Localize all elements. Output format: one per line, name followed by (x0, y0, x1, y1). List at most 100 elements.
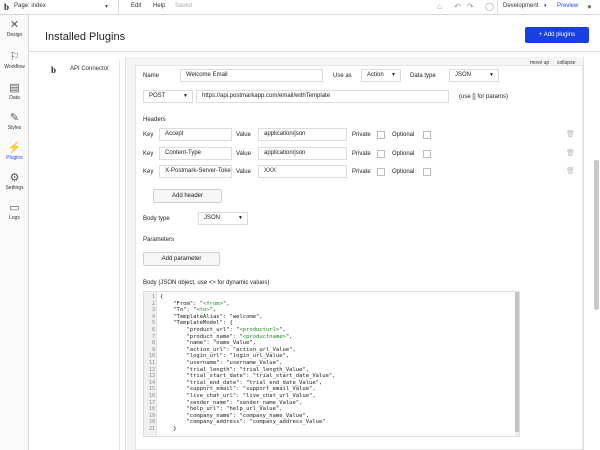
sidebar-item-plugins[interactable]: ⚡ Plugins (0, 142, 29, 162)
sidebar-item-settings[interactable]: ⚙ Settings (0, 172, 29, 192)
line-number: 12 (148, 366, 155, 373)
call-name-input[interactable]: Welcome Email (180, 69, 323, 82)
sidebar-item-label: Data (9, 95, 20, 101)
body-type-value: JSON (204, 215, 221, 221)
header-value-input[interactable]: application/json (258, 128, 347, 141)
line-number: 11 (148, 360, 155, 366)
method-select[interactable]: POST ▼ (143, 90, 193, 103)
divider (118, 0, 119, 15)
parameters-label: Parameters (143, 237, 175, 243)
page-selector[interactable]: Page: index (14, 3, 46, 9)
optional-checkbox[interactable] (423, 131, 431, 139)
redo-icon[interactable]: ↷ (467, 2, 474, 11)
code-line: } (160, 426, 177, 432)
chevron-down-icon[interactable]: ▾ (544, 3, 547, 9)
add-parameter-button[interactable]: Add parameter (143, 252, 220, 266)
chevron-down-icon: ▼ (238, 215, 243, 221)
code-line: "sender_name": "sender_name_Value", (160, 399, 303, 406)
value-label: Value (236, 132, 251, 138)
code-line: "login_url": "login_url_Value", (160, 353, 290, 360)
design-icon: ✕ (9, 19, 20, 31)
line-number: 4 (151, 313, 155, 320)
chevron-down-icon[interactable]: ▾ (105, 3, 108, 10)
line-number: 15 (148, 386, 155, 393)
header-value-input[interactable]: XXX (258, 165, 347, 178)
body-code-editor[interactable]: 1 {2 "From": "<from>", 3 "To": "<to>", 4 "T… (143, 291, 520, 437)
menu-help[interactable]: Help (153, 3, 165, 9)
help-circle-icon[interactable]: ◯ (485, 2, 494, 11)
header-value-input[interactable]: application/json (258, 147, 347, 160)
preview-link[interactable]: Preview (557, 3, 578, 9)
code-line: "help_url": "help_url_Value", (160, 406, 283, 413)
header-key-input[interactable]: X-Postmark-Server-Token (159, 165, 232, 178)
private-label: Private (352, 151, 371, 157)
environment-selector[interactable]: Development (503, 3, 538, 9)
code-line: "company_address": "company_address_Valu… (160, 419, 326, 426)
sidebar-item-label: Logs (9, 215, 20, 221)
add-header-button[interactable]: Add header (153, 189, 222, 203)
name-label: Name (143, 73, 160, 79)
divider (497, 0, 498, 15)
gift-icon[interactable]: ⌂ (437, 2, 442, 11)
sidebar-item-workflow[interactable]: ⚐ Workflow (0, 51, 29, 71)
sidebar-item-logs[interactable]: ▭ Logs (0, 202, 29, 222)
url-input[interactable]: https://api.postmarkapp.com/email/withTe… (196, 90, 449, 103)
headers-label: Headers (143, 117, 166, 123)
line-number: 1 (151, 294, 155, 300)
code-line: { (160, 294, 164, 300)
optional-checkbox[interactable] (423, 150, 431, 158)
line-number: 5 (151, 320, 155, 327)
code-scrollbar-thumb[interactable] (515, 292, 519, 432)
page-scrollbar[interactable] (594, 60, 599, 450)
app-logo: b (4, 2, 10, 12)
data-type-select[interactable]: JSON ▼ (449, 69, 499, 82)
sidebar-item-label: Design (6, 32, 23, 38)
add-plugins-button[interactable]: + Add plugins (525, 27, 589, 43)
trash-icon[interactable]: 🗑 (566, 130, 575, 138)
line-number: 21 (148, 426, 155, 432)
private-checkbox[interactable] (377, 168, 385, 176)
code-line: "company_name": "company_name_Value", (160, 412, 310, 419)
code-line: "TemplateModel": { (160, 320, 233, 327)
left-sidebar: ✕ Design ⚐ Workflow ▤ Data ✎ Styles ⚡ Pl… (0, 15, 29, 450)
use-as-value: Action (367, 72, 384, 78)
line-number: 7 (151, 333, 155, 340)
code-scrollbar-track[interactable] (515, 292, 519, 436)
settings-icon: ⚙ (9, 172, 20, 184)
code-line: "trial_length": "trial_length_Value", (160, 366, 310, 373)
header-key-input[interactable]: Accept (159, 128, 232, 141)
undo-icon[interactable]: ↶ (454, 2, 461, 11)
key-label: Key (143, 169, 154, 175)
code-line: "From": "<from>", (160, 300, 230, 307)
value-label: Value (236, 151, 251, 157)
private-checkbox[interactable] (377, 150, 385, 158)
trash-icon[interactable]: 🗑 (566, 149, 575, 157)
value-label: Value (236, 169, 251, 175)
trash-icon[interactable]: 🗑 (566, 167, 575, 175)
body-type-select[interactable]: JSON ▼ (198, 212, 248, 225)
line-number: 18 (148, 406, 155, 413)
line-number: 6 (151, 327, 155, 333)
divider (29, 51, 600, 52)
page-scrollbar-thumb[interactable] (594, 160, 599, 310)
line-number: 17 (148, 399, 155, 406)
user-avatar-icon[interactable]: ● (587, 2, 592, 11)
sidebar-item-label: Workflow (4, 64, 25, 70)
data-type-value: JSON (455, 72, 472, 78)
optional-label: Optional (392, 169, 415, 175)
sidebar-item-data[interactable]: ▤ Data (0, 82, 29, 102)
dynamic-value-token: <producturl> (239, 327, 280, 333)
plugin-list: b API Connector (45, 60, 120, 450)
private-checkbox[interactable] (377, 131, 385, 139)
dynamic-value-token: <to> (196, 307, 210, 314)
use-as-select[interactable]: Action ▼ (361, 69, 401, 82)
url-hint: (use [] for params) (459, 94, 509, 100)
sidebar-item-styles[interactable]: ✎ Styles (0, 112, 29, 132)
sidebar-item-design[interactable]: ✕ Design (0, 19, 29, 39)
header-key-input[interactable]: Content-Type (159, 147, 232, 160)
menu-edit[interactable]: Edit (131, 3, 141, 9)
line-number: 10 (148, 353, 155, 360)
private-label: Private (352, 132, 371, 138)
optional-checkbox[interactable] (423, 168, 431, 176)
code-line: "action_url": "action_url_Value", (160, 346, 296, 353)
